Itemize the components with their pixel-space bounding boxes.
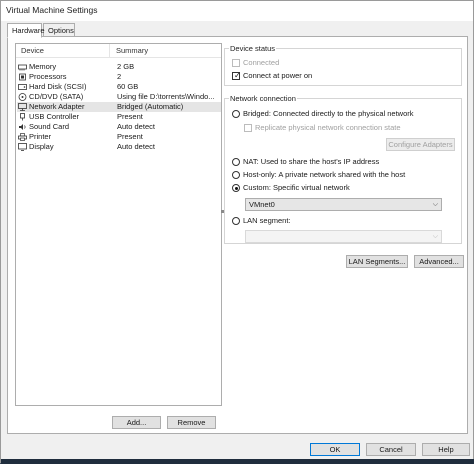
chevron-down-icon: ⌵	[432, 233, 438, 240]
connect-at-power-on-label: Connect at power on	[243, 71, 313, 80]
device-name: Hard Disk (SCSI)	[29, 82, 87, 91]
bridged-label: Bridged: Connected directly to the physi…	[243, 109, 414, 118]
checkbox-box	[232, 59, 240, 67]
device-row-network-adapter[interactable]: Network Adapter Bridged (Automatic)	[17, 102, 221, 112]
device-name: USB Controller	[29, 112, 80, 121]
device-summary: Bridged (Automatic)	[117, 102, 184, 111]
device-summary: Present	[117, 132, 143, 141]
sound-card-icon	[19, 124, 26, 130]
display-icon	[18, 143, 27, 151]
device-status-group: Device status Connected ✓ Connect at pow…	[224, 44, 462, 86]
network-connection-group: Network connection Bridged: Connected di…	[224, 94, 462, 244]
device-summary: Using file D:\torrents\Windo...	[117, 92, 215, 101]
device-name: Printer	[29, 132, 52, 141]
network-connection-title: Network connection	[229, 94, 297, 103]
device-status-title: Device status	[229, 44, 277, 53]
cancel-button[interactable]: Cancel	[366, 443, 416, 456]
device-summary: Present	[117, 112, 143, 121]
connected-label: Connected	[243, 58, 280, 67]
device-row-cd-dvd[interactable]: CD/DVD (SATA) Using file D:\torrents\Win…	[17, 92, 221, 102]
custom-network-select[interactable]: VMnet0 ⌵	[245, 198, 442, 211]
device-summary: 2 GB	[117, 62, 135, 71]
lan-segment-select[interactable]: ⌵	[245, 230, 442, 243]
checkbox-box: ✓	[232, 71, 241, 80]
device-row-processors[interactable]: Processors 2	[17, 72, 221, 82]
remove-button[interactable]: Remove	[167, 416, 216, 429]
network-adapter-icon	[18, 103, 27, 111]
radio-dot	[232, 184, 240, 192]
lan-segment-label: LAN segment:	[243, 216, 291, 225]
host-only-label: Host-only: A private network shared with…	[243, 170, 406, 179]
usb-icon	[20, 113, 25, 121]
radio-dot	[232, 158, 240, 166]
device-summary: 2	[117, 72, 122, 81]
radio-dot	[232, 110, 240, 118]
taskbar-edge	[1, 459, 474, 464]
checkbox-box	[244, 124, 252, 132]
custom-network-value: VMnet0	[249, 200, 275, 209]
list-header: Device Summary	[16, 44, 221, 58]
device-list[interactable]: Device Summary Memory 2 GB Processors 2 …	[15, 43, 222, 406]
advanced-button[interactable]: Advanced...	[414, 255, 464, 268]
device-name: Display	[29, 142, 54, 151]
device-name: Memory	[29, 62, 57, 71]
column-divider[interactable]	[109, 44, 110, 58]
device-row-printer[interactable]: Printer Present	[17, 132, 221, 142]
device-summary: Auto detect	[117, 122, 155, 131]
processor-icon	[19, 73, 26, 81]
replicate-state-label: Replicate physical network connection st…	[255, 123, 401, 132]
device-summary: Auto detect	[117, 142, 155, 151]
device-name: Processors	[29, 72, 67, 81]
device-summary: 60 GB	[117, 82, 139, 91]
device-name: Sound Card	[29, 122, 70, 131]
window-title: Virtual Machine Settings	[1, 1, 473, 21]
summary-column-header[interactable]: Summary	[116, 46, 148, 55]
add-button[interactable]: Add...	[112, 416, 161, 429]
help-button[interactable]: Help	[422, 443, 470, 456]
printer-icon	[18, 133, 27, 141]
ok-button[interactable]: OK	[310, 443, 360, 456]
cd-dvd-icon	[18, 93, 27, 101]
memory-icon	[18, 64, 27, 71]
configure-adapters-button[interactable]: Configure Adapters	[386, 138, 455, 151]
device-row-hard-disk[interactable]: Hard Disk (SCSI) 60 GB	[17, 82, 221, 92]
radio-dot	[232, 171, 240, 179]
device-name: CD/DVD (SATA)	[29, 92, 84, 101]
device-row-display[interactable]: Display Auto detect	[17, 142, 221, 152]
device-row-memory[interactable]: Memory 2 GB	[17, 62, 221, 72]
device-column-header[interactable]: Device	[21, 46, 44, 55]
nat-label: NAT: Used to share the host's IP address	[243, 157, 380, 166]
device-row-usb-controller[interactable]: USB Controller Present	[17, 112, 221, 122]
device-name: Network Adapter	[29, 102, 85, 111]
vm-settings-window: Virtual Machine Settings Hardware Option…	[0, 0, 474, 464]
device-row-sound-card[interactable]: Sound Card Auto detect	[17, 122, 221, 132]
tab-hardware[interactable]: Hardware	[7, 23, 45, 38]
custom-label: Custom: Specific virtual network	[243, 183, 350, 192]
tab-options[interactable]: Options	[43, 23, 75, 37]
radio-dot	[232, 217, 240, 225]
checkmark-icon: ✓	[234, 71, 241, 80]
hard-disk-icon	[18, 84, 27, 90]
chevron-down-icon: ⌵	[432, 201, 438, 208]
lan-segments-button[interactable]: LAN Segments...	[346, 255, 408, 268]
hardware-panel: Device Summary Memory 2 GB Processors 2 …	[7, 36, 468, 434]
